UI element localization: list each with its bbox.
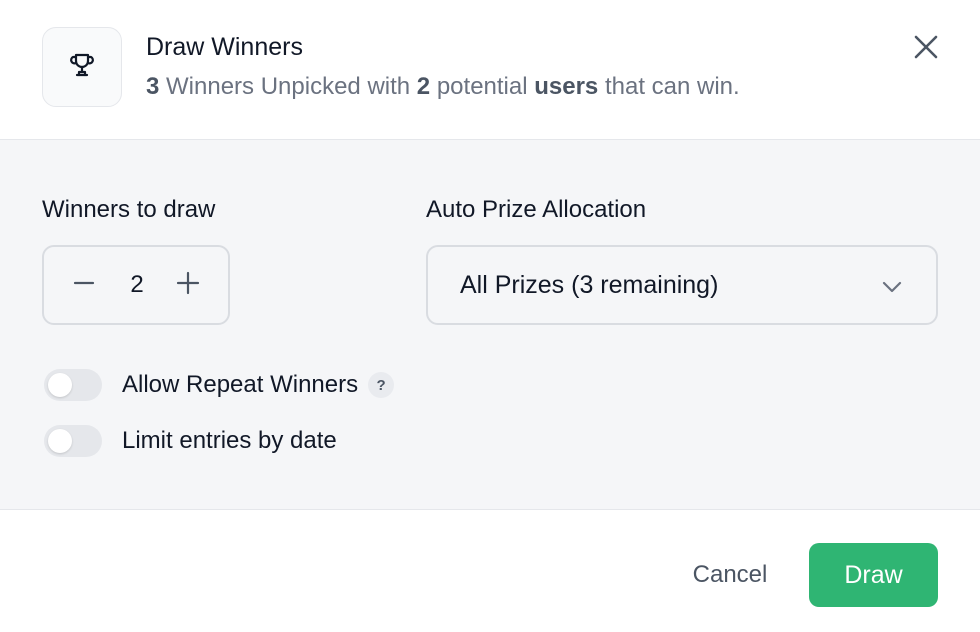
dialog-header: Draw Winners 3 Winners Unpicked with 2 p… — [0, 0, 980, 140]
close-button[interactable] — [908, 31, 944, 67]
dialog-footer: Cancel Draw — [0, 510, 980, 632]
minus-icon — [72, 271, 96, 300]
limit-entries-toggle[interactable] — [44, 425, 102, 457]
prize-selected-value: All Prizes (3 remaining) — [460, 271, 719, 299]
trophy-icon — [66, 49, 98, 86]
help-icon[interactable]: ? — [368, 372, 395, 398]
toggle-knob — [48, 373, 72, 397]
limit-entries-label: Limit entries by date — [122, 427, 337, 454]
cancel-button[interactable]: Cancel — [668, 544, 792, 606]
decrement-button[interactable] — [66, 267, 102, 303]
draw-winners-dialog: Draw Winners 3 Winners Unpicked with 2 p… — [0, 0, 980, 632]
users-count: 2 — [416, 73, 431, 100]
prize-allocation-select[interactable]: All Prizes (3 remaining) — [426, 245, 938, 325]
subtitle-text-3: that can win. — [598, 73, 740, 100]
subtitle-text-1: Winners Unpicked with — [159, 73, 417, 100]
chevron-down-icon — [878, 273, 906, 301]
toggle-knob — [48, 429, 72, 453]
limit-entries-row: Limit entries by date — [44, 421, 337, 461]
winners-count: 3 — [146, 73, 160, 100]
prize-allocation-label: Auto Prize Allocation — [426, 196, 647, 223]
subtitle-text-2: potential — [430, 73, 535, 100]
dialog-title: Draw Winners — [146, 33, 303, 61]
close-icon — [913, 34, 939, 65]
increment-button[interactable] — [170, 267, 206, 303]
users-word: users — [534, 73, 599, 100]
winners-value[interactable]: 2 — [120, 271, 154, 299]
repeat-winners-toggle[interactable] — [44, 369, 102, 401]
winners-to-draw-label: Winners to draw — [42, 196, 216, 223]
repeat-winners-row: Allow Repeat Winners ? — [44, 365, 395, 405]
repeat-winners-label: Allow Repeat Winners — [122, 371, 359, 398]
dialog-subtitle: 3 Winners Unpicked with 2 potential user… — [146, 73, 740, 101]
winners-stepper: 2 — [42, 245, 230, 325]
draw-button[interactable]: Draw — [809, 543, 938, 607]
dialog-body: Winners to draw Auto Prize Allocation 2 … — [0, 140, 980, 510]
plus-icon — [175, 270, 201, 301]
trophy-badge — [42, 27, 122, 107]
